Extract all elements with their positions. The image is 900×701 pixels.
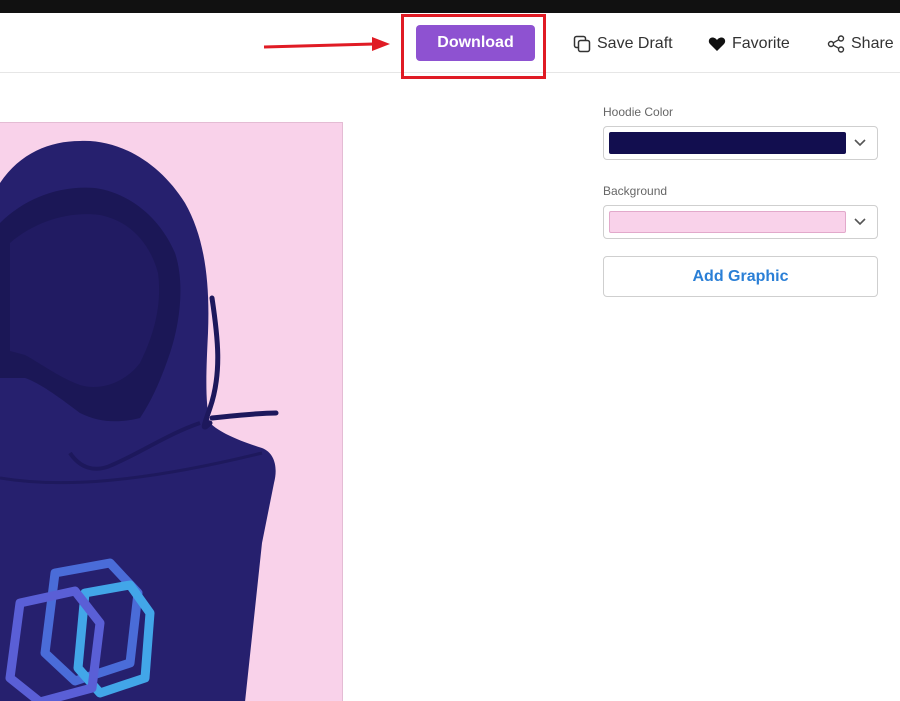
chevron-down-icon: [854, 218, 866, 226]
design-preview-canvas: [0, 122, 343, 701]
hoodie-color-label: Hoodie Color: [603, 105, 674, 119]
favorite-button[interactable]: Favorite: [708, 33, 790, 55]
add-graphic-button[interactable]: Add Graphic: [603, 256, 878, 297]
background-color-select[interactable]: [603, 205, 878, 239]
customization-panel: Hoodie Color Background Add Graphic: [603, 105, 878, 297]
top-black-strip: [0, 0, 900, 13]
copy-icon: [573, 35, 591, 53]
chevron-down-icon: [854, 139, 866, 147]
share-label: Share: [851, 35, 894, 52]
hoodie-color-select[interactable]: [603, 126, 878, 160]
share-button[interactable]: Share: [827, 33, 894, 55]
hoodie-mockup-image: [0, 123, 342, 701]
save-draft-button[interactable]: Save Draft: [573, 33, 673, 55]
favorite-label: Favorite: [732, 35, 790, 52]
heart-icon: [708, 37, 726, 51]
download-button[interactable]: Download: [416, 25, 535, 61]
hoodie-color-swatch: [609, 132, 846, 154]
background-label: Background: [603, 184, 668, 198]
annotation-arrow: [263, 37, 390, 51]
share-icon: [827, 35, 845, 53]
background-color-swatch: [609, 211, 846, 233]
save-draft-label: Save Draft: [597, 35, 673, 52]
